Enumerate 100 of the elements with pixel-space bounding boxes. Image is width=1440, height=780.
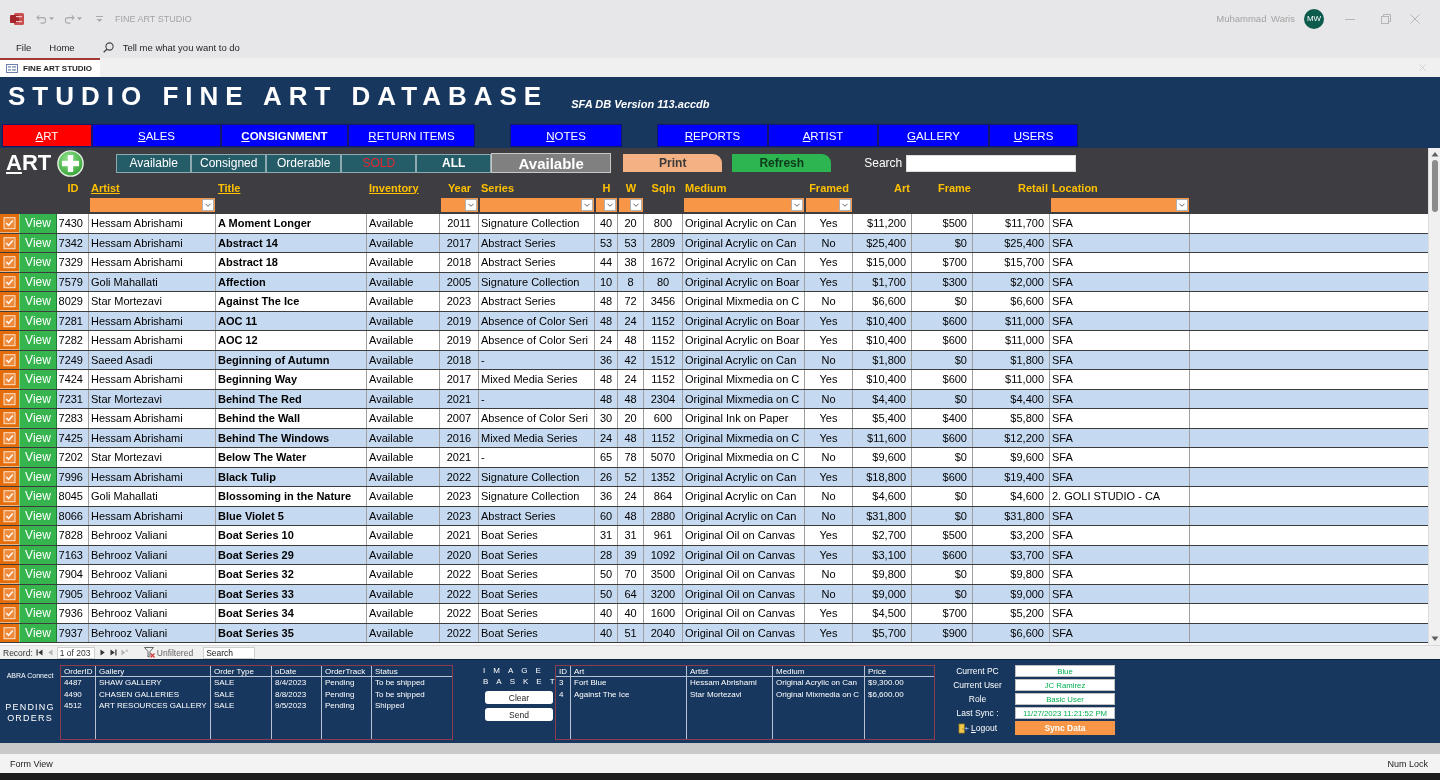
filter-dropdown[interactable] <box>90 198 215 212</box>
nav-button[interactable]: REPORTS <box>657 124 768 147</box>
column-header[interactable]: Art <box>853 178 912 197</box>
checkbox[interactable] <box>0 331 19 350</box>
checkbox[interactable] <box>0 409 19 428</box>
caret-icon[interactable] <box>604 199 616 211</box>
column-header[interactable]: Frame <box>912 178 973 197</box>
checkbox[interactable] <box>0 370 19 389</box>
filter-dropdown[interactable] <box>596 198 617 212</box>
previous-record-icon[interactable] <box>46 649 54 656</box>
table-cell: 50 <box>595 565 618 584</box>
caret-icon[interactable] <box>791 199 803 211</box>
up-arrow-icon[interactable] <box>1430 151 1439 157</box>
column-header[interactable]: Artist <box>89 178 216 197</box>
column-header[interactable]: ID <box>57 178 89 197</box>
table-cell: Absence of Color Seri <box>479 409 595 428</box>
filter-button[interactable]: Orderable <box>266 153 342 173</box>
filter-dropdown[interactable] <box>806 198 852 212</box>
nav-button[interactable]: USERS <box>989 124 1078 147</box>
caret-icon[interactable] <box>1176 199 1188 211</box>
new-record-icon[interactable] <box>120 649 128 656</box>
table-cell: Yes <box>805 311 853 330</box>
filter-button[interactable]: Consigned <box>191 153 267 173</box>
filter-dropdown[interactable] <box>480 198 594 212</box>
basket-button[interactable]: Send <box>485 708 553 721</box>
undo-icon[interactable] <box>36 13 47 24</box>
checkbox[interactable] <box>0 604 19 623</box>
field-label: Last Sync : <box>955 707 1000 719</box>
record-search-field[interactable]: Search <box>203 646 256 659</box>
filter-dropdown[interactable] <box>619 198 643 212</box>
filter-dropdown[interactable] <box>441 198 478 212</box>
checkbox[interactable] <box>0 487 19 506</box>
nav-button[interactable]: GALLERY <box>878 124 989 147</box>
tell-me-field[interactable]: Tell me what you want to do <box>122 42 293 53</box>
filter-dropdown[interactable] <box>1051 198 1189 212</box>
logout-button[interactable]: Logout <box>945 721 1010 735</box>
checkbox[interactable] <box>0 448 19 467</box>
column-header[interactable]: Medium <box>683 178 805 197</box>
table-cell: $10,400 <box>853 311 912 330</box>
checkbox[interactable] <box>0 292 19 311</box>
next-record-icon[interactable] <box>98 649 106 656</box>
column-header[interactable]: SqIn <box>644 178 683 197</box>
column-header[interactable]: Inventory <box>367 178 440 197</box>
column-header[interactable]: Framed <box>805 178 853 197</box>
last-record-icon[interactable] <box>109 649 117 656</box>
user-name: Muhammad Waris <box>1216 13 1295 24</box>
nav-button[interactable]: RETURN ITEMS <box>348 124 475 147</box>
column-header[interactable]: Year <box>440 178 479 197</box>
menu-item[interactable]: File <box>16 42 32 53</box>
table-cell: 3456 <box>644 292 683 311</box>
filter-button[interactable]: ALL <box>416 153 492 173</box>
restore-icon[interactable] <box>1381 13 1391 24</box>
column-header[interactable]: Series <box>479 178 595 197</box>
column-header[interactable]: Location <box>1050 178 1190 197</box>
record-position-field[interactable]: 1 of 203 <box>56 646 95 659</box>
column-header[interactable]: Retail <box>973 178 1050 197</box>
caret-icon[interactable] <box>630 199 642 211</box>
checkbox[interactable] <box>0 214 19 233</box>
scrollbar-thumb[interactable] <box>1431 160 1438 212</box>
checkbox[interactable] <box>0 565 19 584</box>
user-avatar[interactable]: MW <box>1304 8 1324 29</box>
caret-icon[interactable] <box>49 16 54 21</box>
menu-item[interactable]: Home <box>49 42 75 53</box>
table-cell: Behrooz Valiani <box>89 623 216 642</box>
document-tab[interactable]: FINE ART STUDIO <box>0 58 100 77</box>
basket-button[interactable]: Clear <box>485 691 553 704</box>
refresh-button[interactable]: Refresh <box>732 154 832 172</box>
filter-button[interactable]: Available <box>116 153 192 173</box>
table-cell: 600 <box>644 409 683 428</box>
table-cell: Original Oil on Canvas <box>683 623 805 642</box>
filter-dropdown[interactable] <box>684 198 804 212</box>
column-header[interactable]: H <box>595 178 618 197</box>
nav-button[interactable]: CONSIGNMENT <box>221 124 348 147</box>
checkbox[interactable] <box>0 526 19 545</box>
table-cell: $500 <box>912 526 973 545</box>
caret-icon[interactable] <box>465 199 477 211</box>
column-header[interactable]: Title <box>216 178 367 197</box>
column-header[interactable]: W <box>618 178 644 197</box>
nav-button[interactable]: ARTIST <box>768 124 878 147</box>
caret-icon[interactable] <box>839 199 851 211</box>
checkbox[interactable] <box>0 253 19 272</box>
caret-icon[interactable] <box>77 16 82 21</box>
first-record-icon[interactable] <box>35 649 43 656</box>
down-arrow-icon[interactable] <box>1430 636 1439 642</box>
close-icon[interactable] <box>1410 13 1420 24</box>
print-button[interactable]: Print <box>623 154 723 172</box>
nav-button[interactable]: ART <box>2 124 92 147</box>
filter-icon[interactable] <box>143 647 155 658</box>
nav-button[interactable]: SALES <box>92 124 221 147</box>
add-icon[interactable] <box>57 149 85 177</box>
caret-icon[interactable] <box>202 199 214 211</box>
table-cell: 26 <box>595 467 618 486</box>
table-cell: 51 <box>618 623 644 642</box>
table-cell: 2018 <box>440 253 479 272</box>
redo-icon[interactable] <box>64 13 75 24</box>
nav-button[interactable]: NOTES <box>510 124 622 147</box>
scrollbar[interactable] <box>1428 148 1440 645</box>
customize-icon[interactable] <box>95 14 104 23</box>
search-field[interactable] <box>906 154 1077 172</box>
caret-icon[interactable] <box>581 199 593 211</box>
